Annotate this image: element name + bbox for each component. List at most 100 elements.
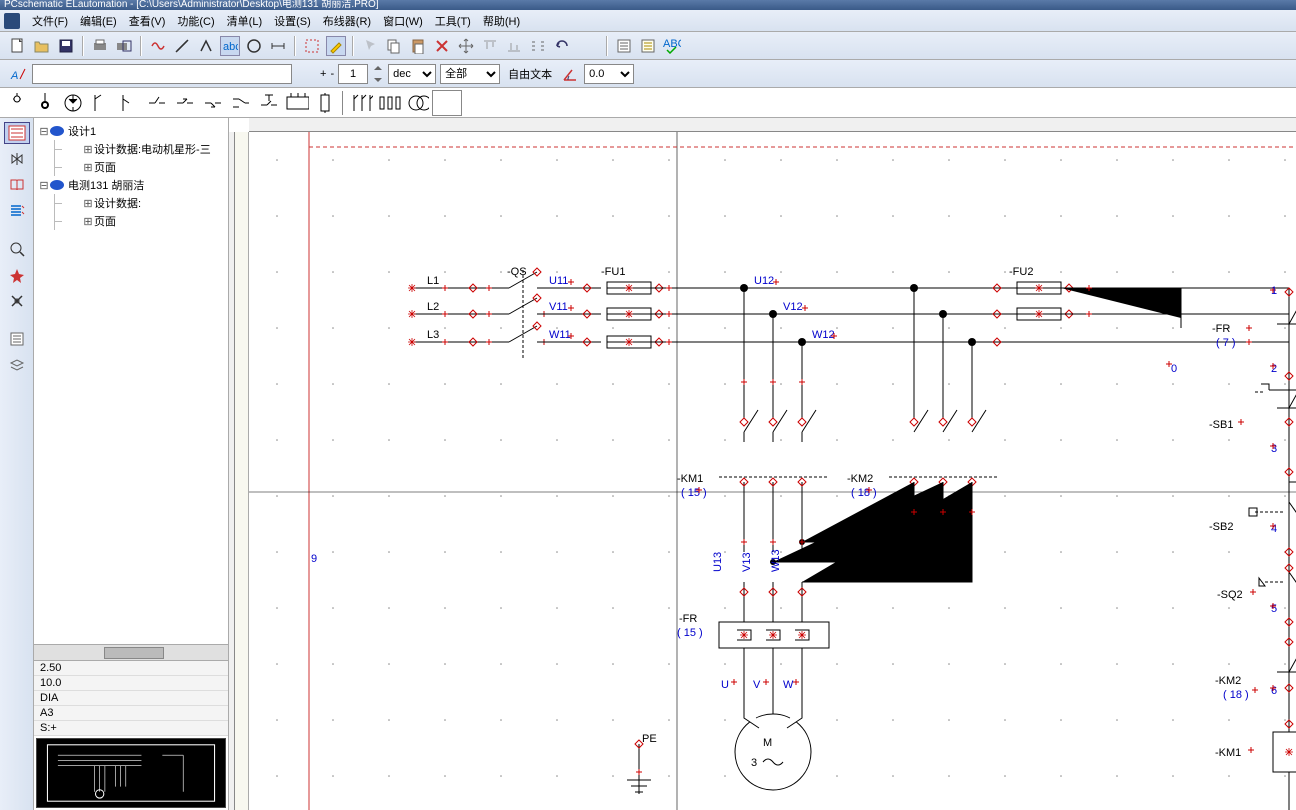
sym-block-icon[interactable] — [284, 90, 310, 116]
label-FU1: -FU1 — [601, 266, 625, 278]
delete-icon[interactable] — [432, 36, 452, 56]
vt-lines-icon[interactable] — [4, 200, 30, 222]
sym-disconnect-icon[interactable] — [144, 90, 170, 116]
label-V12: V12 — [783, 301, 803, 313]
label-W13: W13 — [770, 549, 782, 572]
sym-transformer-icon[interactable] — [404, 90, 430, 116]
label-n2: 2 — [1271, 363, 1277, 375]
menu-window[interactable]: 窗口(W) — [377, 11, 429, 31]
sidebar: ⊟ 设计1 ⊞ 设计数据:电动机星形-三 ⊞ 页面 ⊟ 电测131 胡丽洁 ⊞ … — [34, 118, 229, 810]
menu-func[interactable]: 功能(C) — [171, 11, 220, 31]
copy-icon[interactable] — [384, 36, 404, 56]
save-icon[interactable] — [56, 36, 76, 56]
sym-changeover-icon[interactable] — [228, 90, 254, 116]
symbol-icon[interactable] — [148, 36, 168, 56]
svg-text:ABC: ABC — [663, 38, 681, 50]
sym-generator-icon[interactable] — [4, 90, 30, 116]
list1-icon[interactable] — [614, 36, 634, 56]
angle-select[interactable]: 0.0 — [584, 64, 634, 84]
print-icon[interactable] — [90, 36, 110, 56]
label-KM1b: -KM1 — [1215, 747, 1241, 759]
tree-root-2[interactable]: ⊟ 电测131 胡丽洁 — [36, 176, 226, 194]
status-mode: DIA — [34, 691, 228, 706]
sym-no-contact-icon[interactable] — [172, 90, 198, 116]
sym-break1-icon[interactable] — [88, 90, 114, 116]
tree-child-1-1[interactable]: ⊞ 设计数据:电动机星形-三 — [36, 140, 226, 158]
paste-icon[interactable] — [408, 36, 428, 56]
status-format: A3 — [34, 706, 228, 721]
symbol-palette — [0, 88, 1296, 118]
arc-icon[interactable] — [196, 36, 216, 56]
new-file-icon[interactable] — [8, 36, 28, 56]
align-bottom-icon[interactable] — [504, 36, 524, 56]
vt-layer-icon[interactable] — [4, 354, 30, 376]
print-preview-icon[interactable] — [114, 36, 134, 56]
spinner-icon[interactable] — [372, 64, 384, 84]
ruler-horizontal — [249, 118, 1296, 132]
sym-node-icon[interactable] — [32, 90, 58, 116]
menu-list[interactable]: 清单(L) — [221, 11, 268, 31]
sym-nc-contact-icon[interactable] — [200, 90, 226, 116]
vt-mirror-icon[interactable] — [4, 148, 30, 170]
move-icon[interactable] — [456, 36, 476, 56]
vt-zoom-icon[interactable] — [4, 238, 30, 260]
dimension-icon[interactable] — [268, 36, 288, 56]
page-preview[interactable] — [36, 738, 226, 808]
vt-tree-icon[interactable] — [4, 122, 30, 144]
eye-icon — [50, 180, 64, 190]
vt-cross-icon[interactable] — [4, 290, 30, 312]
label-FR: -FR — [679, 613, 697, 625]
vt-book-icon[interactable] — [4, 174, 30, 196]
sym-motor-icon[interactable] — [60, 90, 86, 116]
sym-empty-icon[interactable] — [432, 90, 462, 116]
align-top-icon[interactable] — [480, 36, 500, 56]
distribute-icon[interactable] — [528, 36, 548, 56]
drawing-area[interactable]: L1 L2 L3 -QS U11 V11 W11 — [229, 118, 1296, 810]
menu-file[interactable]: 文件(F) — [26, 11, 74, 31]
undo-icon[interactable] — [552, 36, 572, 56]
vt-form-icon[interactable] — [4, 328, 30, 350]
menu-view[interactable]: 查看(V) — [123, 11, 172, 31]
spellcheck-icon[interactable]: ABC — [662, 36, 682, 56]
tree-child-1-2[interactable]: ⊞ 页面 — [36, 158, 226, 176]
label-FR2ref: ( 7 ) — [1216, 337, 1236, 349]
list2-icon[interactable] — [638, 36, 658, 56]
sym-pushbutton-icon[interactable] — [256, 90, 282, 116]
vt-snap-icon[interactable] — [4, 264, 30, 286]
freetext-label: 自由文本 — [504, 66, 556, 82]
unit-select[interactable]: dec — [388, 64, 436, 84]
circle-icon[interactable] — [244, 36, 264, 56]
project-tree[interactable]: ⊟ 设计1 ⊞ 设计数据:电动机星形-三 ⊞ 页面 ⊟ 电测131 胡丽洁 ⊞ … — [34, 118, 228, 644]
tree-child-2-1[interactable]: ⊞ 设计数据: — [36, 194, 226, 212]
angle-icon[interactable] — [560, 64, 580, 84]
select-rect-icon[interactable] — [302, 36, 322, 56]
text-value-input[interactable] — [32, 64, 292, 84]
line-icon[interactable] — [172, 36, 192, 56]
menu-help[interactable]: 帮助(H) — [477, 11, 526, 31]
text-style-icon[interactable]: A — [8, 64, 28, 84]
sym-3switch-icon[interactable] — [348, 90, 374, 116]
sym-break2-icon[interactable] — [116, 90, 142, 116]
pointer-icon[interactable] — [360, 36, 380, 56]
scope-select[interactable]: 全部 — [440, 64, 500, 84]
open-file-icon[interactable] — [32, 36, 52, 56]
pencil-icon[interactable] — [326, 36, 346, 56]
menu-settings[interactable]: 设置(S) — [268, 11, 317, 31]
menu-edit[interactable]: 编辑(E) — [74, 11, 123, 31]
label-SB2: -SB2 — [1209, 521, 1233, 533]
label-KM2bref: ( 18 ) — [1223, 689, 1249, 701]
tree-root-1[interactable]: ⊟ 设计1 — [36, 122, 226, 140]
tree-child-2-2[interactable]: ⊞ 页面 — [36, 212, 226, 230]
tree-hscroll[interactable] — [34, 644, 228, 660]
tree-label: 设计数据:电动机星形-三 — [94, 141, 211, 157]
schematic-svg[interactable]: L1 L2 L3 -QS U11 V11 W11 — [249, 132, 1296, 810]
label-V11: V11 — [549, 301, 568, 313]
menu-tools[interactable]: 工具(T) — [429, 11, 477, 31]
number-input[interactable] — [338, 64, 368, 84]
label-n6: 6 — [1271, 685, 1277, 697]
sym-3fuse-icon[interactable] — [376, 90, 402, 116]
text-icon[interactable]: abc — [220, 36, 240, 56]
sym-coil-icon[interactable] — [312, 90, 338, 116]
menu-router[interactable]: 布线器(R) — [317, 11, 377, 31]
label-n3: 3 — [1271, 443, 1277, 455]
